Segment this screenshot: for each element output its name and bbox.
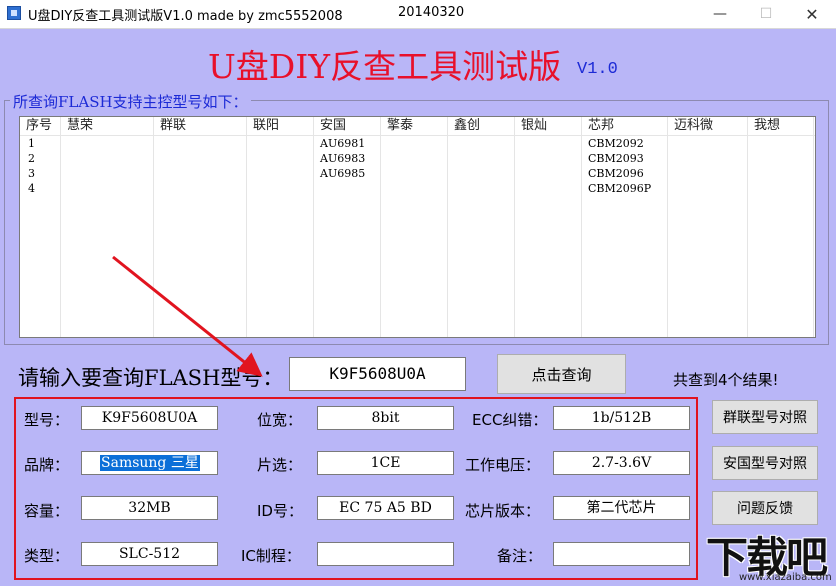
ecc-field[interactable]: 1b/512B: [553, 406, 690, 430]
app-icon: [7, 6, 21, 20]
table-cell: [61, 136, 154, 151]
brand-field[interactable]: Samsung 三星: [81, 451, 218, 475]
table-cell: [748, 136, 814, 151]
table-cell: [381, 136, 448, 151]
list-empty-area: [20, 194, 815, 337]
table-row[interactable]: 2 AU6983 CBM2093: [20, 151, 815, 166]
table-cell: [748, 166, 814, 181]
phison-lookup-button[interactable]: 群联型号对照: [712, 400, 818, 434]
model-field[interactable]: K9F5608U0A: [81, 406, 218, 430]
table-row[interactable]: 3 AU6985 CBM2096: [20, 166, 815, 181]
app-title: U盘DIY反查工具测试版: [208, 40, 561, 88]
ecc-label: ECC纠错：: [472, 409, 547, 430]
table-cell: CBM2096: [582, 166, 668, 181]
watermark-url: www.xiazaiba.com: [739, 572, 832, 583]
flash-model-input[interactable]: K9F5608U0A: [289, 357, 466, 391]
column-header[interactable]: 鑫创: [448, 117, 515, 135]
table-cell: 1: [20, 136, 61, 151]
table-cell: [154, 166, 247, 181]
table-cell: [154, 136, 247, 151]
chip-version-label: 芯片版本：: [465, 500, 540, 521]
app-version: V1.0: [577, 60, 618, 79]
brand-selected-text: Samsung 三星: [100, 455, 200, 471]
table-cell: [247, 151, 314, 166]
table-cell: [448, 136, 515, 151]
table-cell: 2: [20, 151, 61, 166]
window-build-date: 20140320: [398, 5, 464, 20]
list-body: 1 AU6981 CBM2092 2 AU6983 CBM2093 3 AU6985 CBM20…: [20, 136, 815, 196]
table-cell: [448, 166, 515, 181]
result-count: 共查到4个结果!: [673, 369, 779, 390]
table-cell: CBM2093: [582, 151, 668, 166]
table-cell: [154, 151, 247, 166]
note-field[interactable]: [553, 542, 690, 566]
column-header[interactable]: 群联: [154, 117, 247, 135]
model-label: 型号：: [24, 409, 69, 430]
column-header[interactable]: 联阳: [247, 117, 314, 135]
table-cell: AU6983: [314, 151, 381, 166]
table-row[interactable]: 1 AU6981 CBM2092: [20, 136, 815, 151]
table-cell: [515, 136, 582, 151]
bus-width-field[interactable]: 8bit: [317, 406, 454, 430]
chip-select-field[interactable]: 1CE: [317, 451, 454, 475]
id-field[interactable]: EC 75 A5 BD: [317, 496, 454, 520]
type-label: 类型：: [24, 545, 69, 566]
type-field[interactable]: SLC-512: [81, 542, 218, 566]
id-label: ID号：: [257, 500, 303, 521]
table-cell: [247, 136, 314, 151]
bus-width-label: 位宽：: [257, 409, 302, 430]
window-title: U盘DIY反查工具测试版V1.0 made by zmc5552008: [28, 5, 343, 24]
column-header[interactable]: 银灿: [515, 117, 582, 135]
column-header[interactable]: 我想: [748, 117, 814, 135]
brand-label: 品牌：: [24, 454, 69, 475]
table-cell: [61, 166, 154, 181]
process-label: IC制程：: [241, 545, 301, 566]
capacity-label: 容量：: [24, 500, 69, 521]
table-cell: [515, 151, 582, 166]
watermark: 下载吧 www.xiazaiba.com: [704, 524, 834, 584]
minimize-button[interactable]: —: [697, 0, 743, 28]
query-label: 请输入要查询FLASH型号：: [18, 362, 283, 392]
table-cell: [668, 151, 748, 166]
column-header[interactable]: 芯邦: [582, 117, 668, 135]
table-cell: [668, 136, 748, 151]
table-cell: [247, 166, 314, 181]
controller-list[interactable]: 序号 慧荣 群联 联阳 安国 擎泰 鑫创 银灿 芯邦 迈科微 我想 1 AU698…: [19, 116, 816, 338]
table-cell: [668, 166, 748, 181]
table-cell: [515, 166, 582, 181]
column-header[interactable]: 慧荣: [61, 117, 154, 135]
table-cell: AU6981: [314, 136, 381, 151]
column-header[interactable]: 擎泰: [381, 117, 448, 135]
table-cell: CBM2092: [582, 136, 668, 151]
column-header[interactable]: 序号: [20, 117, 61, 135]
table-cell: 3: [20, 166, 61, 181]
voltage-label: 工作电压：: [465, 454, 540, 475]
voltage-field[interactable]: 2.7-3.6V: [553, 451, 690, 475]
table-cell: [748, 151, 814, 166]
close-button[interactable]: ✕: [789, 0, 835, 28]
table-cell: [61, 151, 154, 166]
search-button[interactable]: 点击查询: [497, 354, 626, 394]
window-titlebar: U盘DIY反查工具测试版V1.0 made by zmc5552008 2014…: [0, 0, 836, 29]
column-header[interactable]: 安国: [314, 117, 381, 135]
maximize-button[interactable]: ☐: [743, 0, 789, 28]
note-label: 备注：: [497, 545, 542, 566]
alcor-lookup-button[interactable]: 安国型号对照: [712, 446, 818, 480]
table-cell: [381, 166, 448, 181]
process-field[interactable]: [317, 542, 454, 566]
feedback-button[interactable]: 问题反馈: [712, 491, 818, 525]
capacity-field[interactable]: 32MB: [81, 496, 218, 520]
column-header[interactable]: 迈科微: [668, 117, 748, 135]
list-header: 序号 慧荣 群联 联阳 安国 擎泰 鑫创 银灿 芯邦 迈科微 我想: [20, 117, 815, 136]
table-cell: [448, 151, 515, 166]
chip-version-field[interactable]: 第二代芯片: [553, 496, 690, 520]
table-cell: [381, 151, 448, 166]
controller-group-legend: 所查询FLASH支持主控型号如下：: [10, 91, 251, 112]
chip-select-label: 片选：: [257, 454, 302, 475]
table-cell: AU6985: [314, 166, 381, 181]
